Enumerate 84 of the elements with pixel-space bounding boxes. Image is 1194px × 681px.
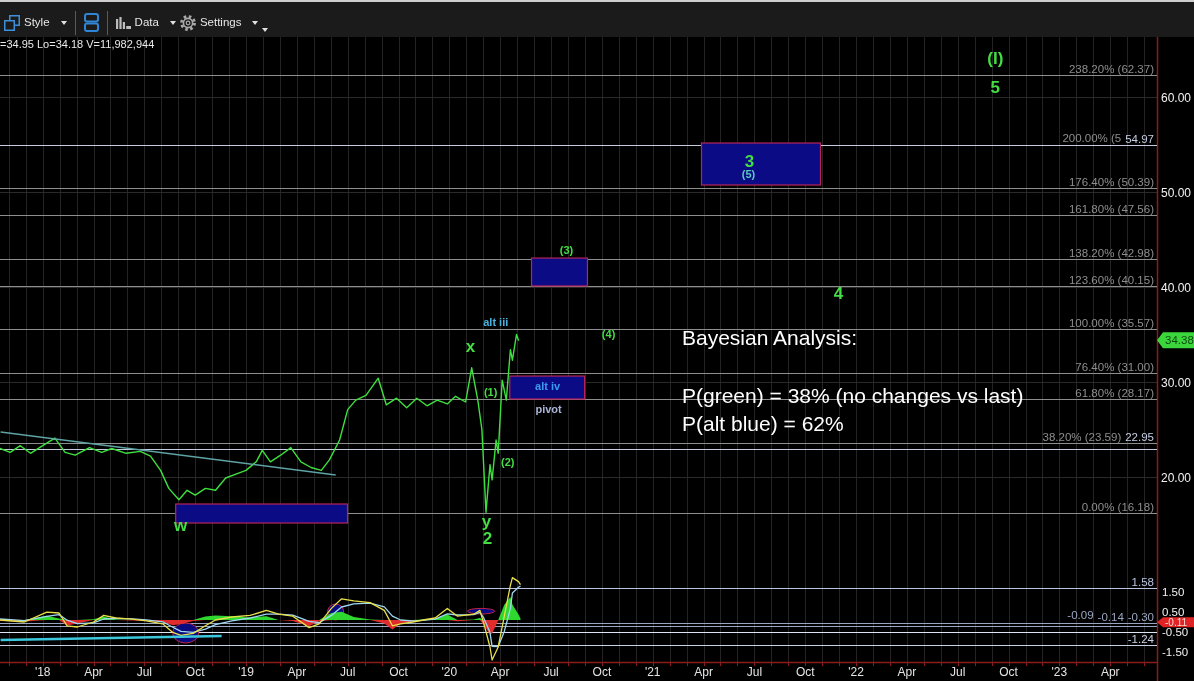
reference-line-label: 123.60% (40.15)	[1068, 273, 1154, 286]
time-axis-label: Apr	[694, 665, 713, 679]
wave-label: (3)	[559, 244, 574, 257]
time-axis-label: Apr	[490, 665, 510, 679]
annotation-label: -0.09	[1067, 608, 1094, 621]
wave-label: alt iv	[535, 380, 561, 392]
time-axis-label: Jul	[950, 665, 966, 679]
time-axis-label: '20	[441, 665, 458, 679]
reference-line-label: -1.24	[1127, 632, 1154, 645]
time-axis-label: Apr	[287, 665, 307, 679]
time-axis-label: Apr	[897, 665, 917, 679]
wave-label: 4	[833, 284, 844, 304]
style-menu-button[interactable]: Style	[2, 13, 69, 32]
caret-icon	[169, 20, 176, 25]
indicator-axis-label: -1.50	[1162, 645, 1189, 658]
price-axis-label: 30.00	[1161, 375, 1192, 390]
time-axis-label: '18	[34, 665, 51, 679]
data-menu-button[interactable]: Data	[113, 15, 178, 30]
layout-button[interactable]	[81, 12, 101, 33]
indicator-axis-label: -0.50	[1162, 625, 1189, 638]
reference-line-label: 0.00% (16.18)	[1081, 500, 1154, 513]
time-axis-label: Oct	[795, 665, 815, 679]
wave-label: (I)	[987, 49, 1004, 69]
wave-label: (4)	[601, 327, 616, 340]
time-axis-label: '23	[1051, 665, 1068, 679]
wave-label: 2	[482, 529, 493, 549]
target-box	[530, 257, 589, 287]
wave-label: (5)	[741, 168, 756, 181]
price-axis-label: 20.00	[1161, 470, 1192, 485]
settings-menu-button[interactable]: Settings	[177, 13, 261, 32]
time-axis-label: '21	[644, 665, 661, 679]
time-axis-label: Jul	[543, 665, 559, 679]
bar-chart-icon	[115, 16, 131, 29]
price-axis-label: 60.00	[1161, 90, 1192, 105]
time-axis-label: Oct	[185, 665, 205, 679]
wave-label: pivot	[535, 402, 562, 415]
analysis-title: Bayesian Analysis:	[682, 326, 858, 349]
time-axis-label: '22	[848, 665, 864, 679]
last-price-tag: 34.38	[1157, 332, 1194, 349]
time-axis-label: '19	[238, 665, 254, 679]
caret-icon	[60, 20, 67, 25]
reference-line-label: 1.58	[1131, 575, 1154, 588]
highlight-ellipse	[467, 607, 496, 615]
price-axis-label: 40.00	[1161, 280, 1192, 295]
wave-label: (1)	[483, 385, 498, 398]
price-axis-label: 50.00	[1161, 185, 1192, 200]
time-axis-label: Oct	[592, 665, 612, 679]
quote-text: =34.95 Lo=34.18 V=11,982,944	[0, 38, 155, 50]
wave-label: alt iii	[483, 315, 509, 328]
more-options-button[interactable]	[260, 27, 271, 33]
reference-line-label: 238.20% (62.37)	[1068, 62, 1154, 75]
reference-line-label: 138.20% (42.98)	[1068, 246, 1154, 259]
reference-line-label: 61.80% (28.17)	[1075, 386, 1154, 399]
time-axis-label: Apr	[84, 665, 103, 679]
time-axis-label: Apr	[1100, 665, 1120, 679]
wave-label: 3	[744, 151, 755, 171]
time-axis-label: Oct	[999, 665, 1018, 679]
probability-text: P(alt blue) = 62%	[682, 412, 844, 435]
wave-label: (2)	[501, 456, 515, 468]
reference-line-label: 54.97	[1125, 132, 1154, 145]
reference-line-label: 38.20% (23.59)	[1042, 430, 1122, 443]
reference-line-label: 176.40% (50.39)	[1068, 175, 1154, 188]
reference-line-label: 100.00% (35.57)	[1068, 316, 1154, 329]
time-axis-label: Jul	[136, 665, 153, 679]
wave-label: y	[481, 512, 492, 532]
indicator-axis-label: 1.50	[1162, 585, 1185, 598]
reference-line-label: 161.80% (47.56)	[1068, 202, 1154, 215]
annotation-label: 200.00% (5	[1062, 131, 1122, 144]
last-value-tag: -0.11	[1157, 616, 1194, 628]
time-axis-label: Jul	[340, 665, 356, 679]
indicator-axis-label: 0.50	[1162, 605, 1185, 618]
highlight-ellipse	[172, 622, 200, 644]
overlapping-squares-icon	[4, 14, 20, 31]
reference-line-label: 76.40% (31.00)	[1075, 360, 1154, 373]
time-axis-label: Jul	[746, 665, 763, 679]
settings-icon	[179, 14, 196, 31]
time-axis-label: Oct	[389, 665, 408, 679]
reference-line-label: -0.30	[1127, 610, 1154, 623]
reference-line-label: -0.14	[1097, 610, 1124, 623]
reference-line-label: 22.95	[1125, 430, 1154, 443]
wave-label: 5	[990, 78, 1001, 98]
wave-label: w	[173, 516, 188, 536]
stacked-panels-icon	[83, 13, 99, 32]
wave-label: x	[465, 337, 476, 357]
